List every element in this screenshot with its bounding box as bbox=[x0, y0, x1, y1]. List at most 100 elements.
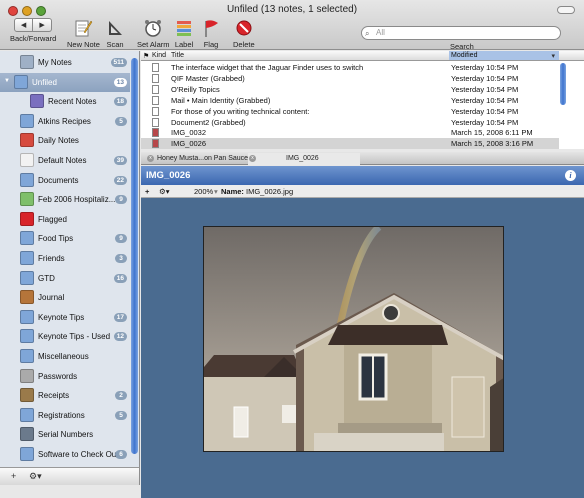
flag-column-header[interactable]: ⚑ bbox=[143, 52, 149, 60]
sidebar-item[interactable]: Keynote Tips 17 bbox=[0, 308, 130, 327]
row-modified: Yesterday 10:54 PM bbox=[451, 106, 519, 116]
row-title: Document2 (Grabbed) bbox=[171, 117, 246, 127]
table-row[interactable]: Mail • Main Identity (Grabbed) Yesterday … bbox=[141, 95, 559, 106]
sidebar-item-label: Friends bbox=[38, 254, 65, 263]
title-column-header[interactable]: Title bbox=[171, 52, 184, 59]
sidebar-item[interactable]: ▼ Unfiled 13 bbox=[0, 72, 130, 92]
row-title: IMG_0032 bbox=[171, 128, 207, 138]
row-title: For those of you writing technical conte… bbox=[171, 106, 310, 116]
sidebar-item[interactable]: Receipts 2 bbox=[0, 386, 130, 405]
sidebar-item[interactable]: Friends 3 bbox=[0, 249, 130, 268]
row-modified: Yesterday 10:54 PM bbox=[451, 63, 519, 72]
new-note-label: New Note bbox=[67, 40, 100, 49]
label-button[interactable]: Label bbox=[174, 18, 194, 49]
set-alarm-label: Set Alarm bbox=[137, 40, 170, 49]
text-note-icon bbox=[152, 84, 159, 94]
table-row[interactable]: IMG_0026 March 15, 2008 3:16 PM bbox=[141, 138, 559, 150]
set-alarm-button[interactable]: Set Alarm bbox=[137, 18, 170, 49]
folder-icon bbox=[20, 231, 34, 246]
table-row[interactable]: QIF Master (Grabbed) Yesterday 10:54 PM bbox=[141, 73, 559, 84]
row-title: The interface widget that the Jaguar Fin… bbox=[171, 63, 364, 72]
row-modified: Yesterday 10:54 PM bbox=[451, 95, 519, 105]
sidebar-item[interactable]: Daily Notes bbox=[0, 131, 130, 150]
folder-icon bbox=[20, 349, 34, 363]
window-title: Unfiled (13 notes, 1 selected) bbox=[226, 4, 358, 15]
kind-column-header[interactable]: Kind bbox=[152, 52, 166, 59]
new-note-button[interactable]: New Note bbox=[67, 18, 100, 49]
sidebar-item[interactable]: My Notes 511 bbox=[0, 53, 130, 72]
table-row[interactable]: The interface widget that the Jaguar Fin… bbox=[141, 62, 559, 73]
name-value[interactable]: IMG_0026.jpg bbox=[246, 187, 293, 196]
toolbar-toggle-button[interactable] bbox=[557, 6, 575, 14]
sidebar-item-label: Daily Notes bbox=[38, 136, 79, 146]
sidebar-item[interactable]: Flagged bbox=[0, 210, 130, 229]
sidebar-action-menu[interactable]: ⚙▾ bbox=[29, 471, 42, 482]
sidebar-item[interactable]: Recent Notes 18 bbox=[0, 92, 130, 111]
notebook-icon bbox=[20, 55, 34, 69]
tab-honey-mustard[interactable]: x Honey Musta...on Pan Sauce bbox=[145, 153, 249, 165]
sidebar-item[interactable]: GTD 16 bbox=[0, 269, 130, 288]
delete-button[interactable]: Delete bbox=[233, 18, 255, 49]
count-badge: 3 bbox=[115, 254, 127, 263]
list-scrollbar[interactable] bbox=[560, 63, 566, 105]
sidebar-item[interactable]: Default Notes 39 bbox=[0, 151, 130, 170]
notes-icon bbox=[20, 153, 34, 167]
sidebar-item-label: Registrations bbox=[38, 410, 85, 420]
image-note-icon bbox=[152, 128, 159, 138]
modified-column-header[interactable]: Modified ▾ bbox=[449, 51, 559, 60]
app-window: Unfiled (13 notes, 1 selected) ◀ ▶ Back/… bbox=[0, 0, 584, 498]
close-tab-icon[interactable]: x bbox=[249, 155, 256, 162]
sidebar-item-label: Food Tips bbox=[38, 234, 74, 244]
sidebar-item[interactable]: Journal bbox=[0, 288, 130, 307]
sidebar-item-label: Journal bbox=[38, 293, 65, 303]
folder-icon bbox=[20, 172, 34, 187]
back-forward-label: Back/Forward bbox=[10, 34, 57, 43]
sidebar-item[interactable]: Keynote Tips - Used 12 bbox=[0, 327, 130, 346]
add-notebook-button[interactable]: + bbox=[11, 471, 16, 481]
back-forward-control: ◀ ▶ Back/Forward bbox=[10, 18, 56, 43]
table-row[interactable]: Document2 (Grabbed) Yesterday 10:54 PM bbox=[141, 117, 559, 128]
table-row[interactable]: For those of you writing technical conte… bbox=[141, 106, 559, 117]
sidebar-item-label: Flagged bbox=[38, 214, 67, 224]
scan-button[interactable]: Scan bbox=[105, 18, 125, 49]
table-row[interactable]: O'Reilly Topics Yesterday 10:54 PM bbox=[141, 84, 559, 95]
sidebar-item-label: Keynote Tips - Used bbox=[38, 332, 111, 342]
image-action-menu[interactable]: ⚙▾ bbox=[159, 187, 170, 196]
sidebar-item[interactable]: Atkins Recipes 5 bbox=[0, 112, 130, 131]
back-button[interactable]: ◀ bbox=[14, 18, 34, 32]
zoom-level[interactable]: 200% bbox=[194, 187, 213, 196]
list-header: ⚑ Kind Title Modified ▾ bbox=[141, 51, 584, 61]
sidebar-item[interactable]: Food Tips 9 bbox=[0, 229, 130, 248]
zoom-dropdown-icon[interactable]: ▾ bbox=[214, 187, 218, 196]
count-badge: 5 bbox=[115, 410, 127, 420]
add-attachment-button[interactable]: + bbox=[145, 187, 149, 196]
sidebar-item[interactable]: Registrations 5 bbox=[0, 406, 130, 425]
forward-button[interactable]: ▶ bbox=[33, 18, 53, 32]
calendar-icon bbox=[20, 133, 34, 148]
sidebar-item[interactable]: Feb 2006 Hospitaliz... 9 bbox=[0, 190, 130, 209]
new-note-icon bbox=[73, 18, 93, 38]
sidebar-item[interactable]: Miscellaneous bbox=[0, 347, 130, 366]
sidebar-scrollbar[interactable] bbox=[131, 58, 138, 454]
close-tab-icon[interactable]: x bbox=[147, 155, 154, 162]
sidebar-item[interactable]: Passwords bbox=[0, 367, 130, 386]
sidebar-item[interactable]: Documents 22 bbox=[0, 171, 130, 190]
folder-icon bbox=[20, 309, 34, 324]
text-note-icon bbox=[152, 63, 159, 72]
flag-icon bbox=[201, 18, 221, 38]
receipts-icon bbox=[20, 388, 34, 403]
image-note-icon bbox=[152, 139, 159, 149]
sidebar-item[interactable]: Software to Check Out 6 bbox=[0, 445, 130, 464]
sidebar-item-label: Recent Notes bbox=[48, 97, 97, 107]
search-field[interactable]: ⌕ All bbox=[361, 26, 561, 40]
disclosure-triangle-icon[interactable]: ▼ bbox=[4, 78, 10, 84]
tab-img-0026[interactable]: x IMG_0026 bbox=[248, 153, 360, 165]
sidebar-item-label: Miscellaneous bbox=[38, 352, 89, 361]
info-icon[interactable]: i bbox=[565, 170, 576, 181]
label-icon bbox=[174, 18, 194, 38]
flag-button[interactable]: Flag bbox=[201, 18, 221, 49]
sidebar-item[interactable]: Serial Numbers bbox=[0, 425, 130, 444]
table-row[interactable]: IMG_0032 March 15, 2008 6:11 PM bbox=[141, 127, 559, 138]
alarm-clock-icon bbox=[143, 18, 163, 38]
count-badge: 18 bbox=[113, 97, 127, 107]
